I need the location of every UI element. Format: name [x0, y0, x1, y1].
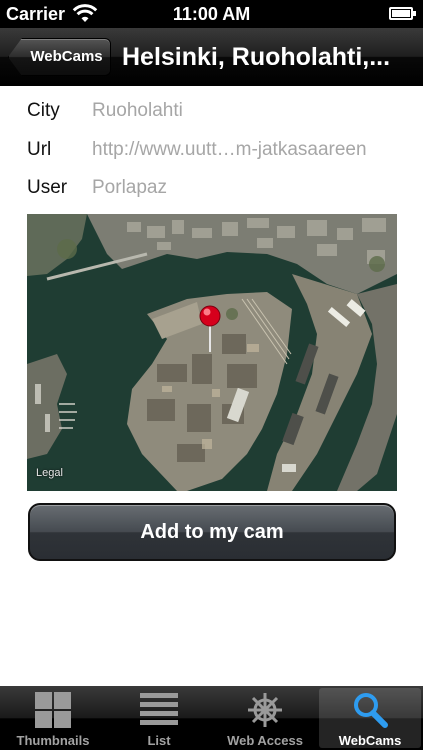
city-value: Ruoholahti [92, 100, 183, 121]
url-value[interactable]: http://www.uutt…m-jatkasaareen [92, 139, 367, 161]
add-to-my-cam-button[interactable]: Add to my cam [28, 503, 396, 561]
back-button[interactable]: WebCams [8, 38, 111, 76]
user-value: Porlapaz [92, 177, 167, 198]
map-pin-icon[interactable] [198, 304, 222, 352]
tab-web-access[interactable]: Web Access [214, 688, 316, 748]
map-legal-link[interactable]: Legal [36, 467, 63, 479]
tab-webcams[interactable]: WebCams [319, 688, 421, 748]
battery-icon [389, 7, 416, 20]
page-title: Helsinki, Ruoholahti,... [122, 43, 391, 71]
satellite-map[interactable]: Legal [27, 214, 397, 491]
tab-list[interactable]: List [108, 688, 210, 748]
grid-icon [35, 692, 71, 728]
city-label: City [27, 100, 60, 121]
list-icon [140, 693, 178, 725]
tab-label-web-access: Web Access [227, 733, 303, 748]
tab-label-list: List [147, 733, 171, 748]
tab-label-webcams: WebCams [338, 733, 402, 748]
tab-thumbnails[interactable]: Thumbnails [2, 688, 104, 748]
status-time: 11:00 AM [172, 4, 251, 24]
tab-label-thumbnails: Thumbnails [16, 733, 90, 748]
tab-bar: Thumbnails List Web Access WebCams [0, 686, 423, 750]
map-imagery [27, 214, 397, 491]
user-label: User [27, 177, 68, 198]
navigation-bar: WebCams Helsinki, Ruoholahti,... [0, 28, 423, 86]
search-icon [354, 693, 388, 728]
ship-wheel-icon [248, 693, 282, 727]
url-label: Url [27, 139, 52, 160]
status-bar: Carrier 11:00 AM [0, 0, 423, 28]
